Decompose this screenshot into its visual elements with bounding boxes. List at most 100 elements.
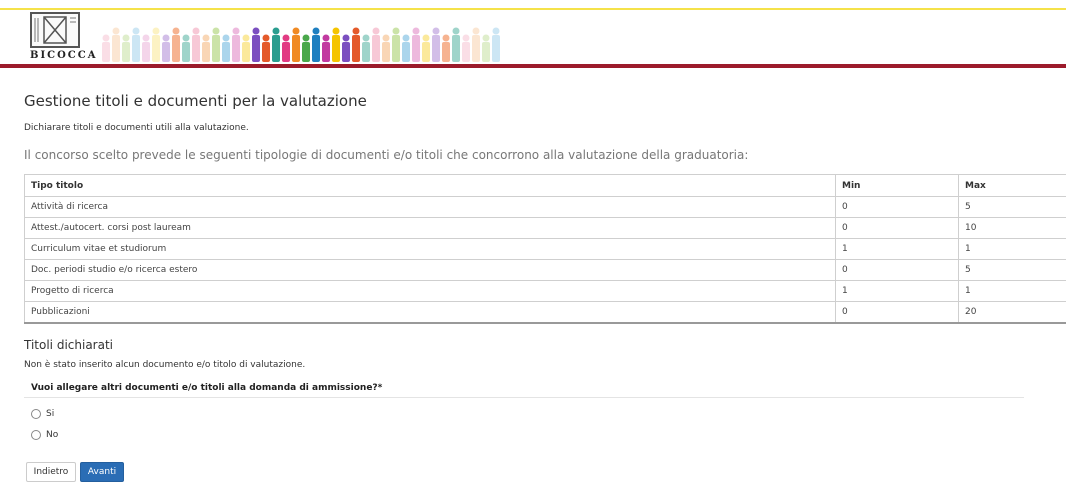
cell-min: 0 <box>835 217 959 239</box>
person-head <box>262 34 270 42</box>
cell-min: 1 <box>835 280 959 302</box>
person-head <box>422 34 430 42</box>
column-header-tipo[interactable]: Tipo titolo <box>24 174 836 197</box>
person-body <box>392 35 400 62</box>
header-top-line <box>0 8 1066 10</box>
empty-message: Non è stato inserito alcun documento e/o… <box>24 360 306 370</box>
person-body <box>222 42 230 62</box>
person-head <box>112 27 120 35</box>
cell-max: 5 <box>958 196 1066 218</box>
radio-circle-icon[interactable] <box>31 409 41 419</box>
person-head <box>372 27 380 35</box>
table-row: Attest./autocert. corsi post lauream 0 1… <box>24 217 1066 239</box>
radio-label-no: No <box>46 430 59 440</box>
person-head <box>322 34 330 42</box>
person-body <box>472 35 480 62</box>
person-body <box>232 35 240 62</box>
person-body <box>482 42 490 62</box>
header-banner: BICOCCA <box>0 0 1066 68</box>
person-body <box>272 35 280 62</box>
cell-min: 0 <box>835 196 959 218</box>
person-body <box>182 42 190 62</box>
people-illustration <box>102 27 500 62</box>
person-head <box>132 27 140 35</box>
person-body <box>302 42 310 62</box>
radio-circle-icon[interactable] <box>31 430 41 440</box>
person-head <box>402 34 410 42</box>
person-head <box>222 34 230 42</box>
cell-tipo: Attest./autocert. corsi post lauream <box>24 217 836 239</box>
person-body <box>462 42 470 62</box>
cell-min: 0 <box>835 259 959 281</box>
page-title: Gestione titoli e documenti per la valut… <box>24 92 367 110</box>
person-body <box>252 35 260 62</box>
person-head <box>472 27 480 35</box>
person-head <box>192 27 200 35</box>
person-head <box>312 27 320 35</box>
person-body <box>312 35 320 62</box>
person-head <box>182 34 190 42</box>
table-row: Pubblicazioni 0 20 <box>24 301 1066 324</box>
person-body <box>262 42 270 62</box>
page-subtitle: Dichiarare titoli e documenti utili alla… <box>24 123 249 133</box>
person-body <box>372 35 380 62</box>
person-head <box>362 34 370 42</box>
person-head <box>172 27 180 35</box>
table-row: Progetto di ricerca 1 1 <box>24 280 1066 302</box>
person-head <box>272 27 280 35</box>
person-head <box>342 34 350 42</box>
person-body <box>342 42 350 62</box>
person-body <box>112 35 120 62</box>
radio-option-no[interactable]: No <box>31 430 58 440</box>
person-head <box>162 34 170 42</box>
person-head <box>432 27 440 35</box>
person-head <box>332 27 340 35</box>
table-row: Attività di ricerca 0 5 <box>24 196 1066 218</box>
intro-text: Il concorso scelto prevede le seguenti t… <box>24 148 749 162</box>
cell-max: 1 <box>958 238 1066 260</box>
person-head <box>202 34 210 42</box>
divider <box>24 397 1024 398</box>
person-head <box>142 34 150 42</box>
next-button[interactable]: Avanti <box>80 462 124 482</box>
person-body <box>202 42 210 62</box>
person-body <box>452 35 460 62</box>
person-body <box>142 42 150 62</box>
logo-text: BICOCCA <box>30 50 98 61</box>
person-body <box>382 42 390 62</box>
table-header-row: Tipo titolo Min Max <box>24 174 1066 197</box>
person-body <box>242 42 250 62</box>
person-head <box>392 27 400 35</box>
person-body <box>402 42 410 62</box>
person-head <box>482 34 490 42</box>
table-row: Curriculum vitae et studiorum 1 1 <box>24 238 1066 260</box>
person-body <box>352 35 360 62</box>
radio-option-si[interactable]: Si <box>31 409 54 419</box>
person-head <box>442 34 450 42</box>
column-header-max[interactable]: Max <box>958 174 1066 197</box>
cell-min: 1 <box>835 238 959 260</box>
header-accent-line <box>0 64 1066 68</box>
radio-label-si: Si <box>46 409 55 419</box>
person-head <box>102 34 110 42</box>
declared-section-title: Titoli dichiarati <box>24 338 113 352</box>
cell-tipo: Progetto di ricerca <box>24 280 836 302</box>
cell-tipo: Doc. periodi studio e/o ricerca estero <box>24 259 836 281</box>
person-head <box>352 27 360 35</box>
person-head <box>232 27 240 35</box>
person-head <box>282 34 290 42</box>
person-body <box>122 42 130 62</box>
person-body <box>292 35 300 62</box>
person-head <box>152 27 160 35</box>
person-body <box>212 35 220 62</box>
document-types-table: Tipo titolo Min Max Attività di ricerca … <box>24 174 1066 324</box>
person-body <box>442 42 450 62</box>
person-body <box>172 35 180 62</box>
person-body <box>322 42 330 62</box>
back-button[interactable]: Indietro <box>26 462 76 482</box>
attach-question-label: Vuoi allegare altri documenti e/o titoli… <box>31 383 383 393</box>
person-head <box>212 27 220 35</box>
column-header-min[interactable]: Min <box>835 174 959 197</box>
cell-max: 10 <box>958 217 1066 239</box>
university-logo[interactable]: BICOCCA <box>30 12 98 62</box>
